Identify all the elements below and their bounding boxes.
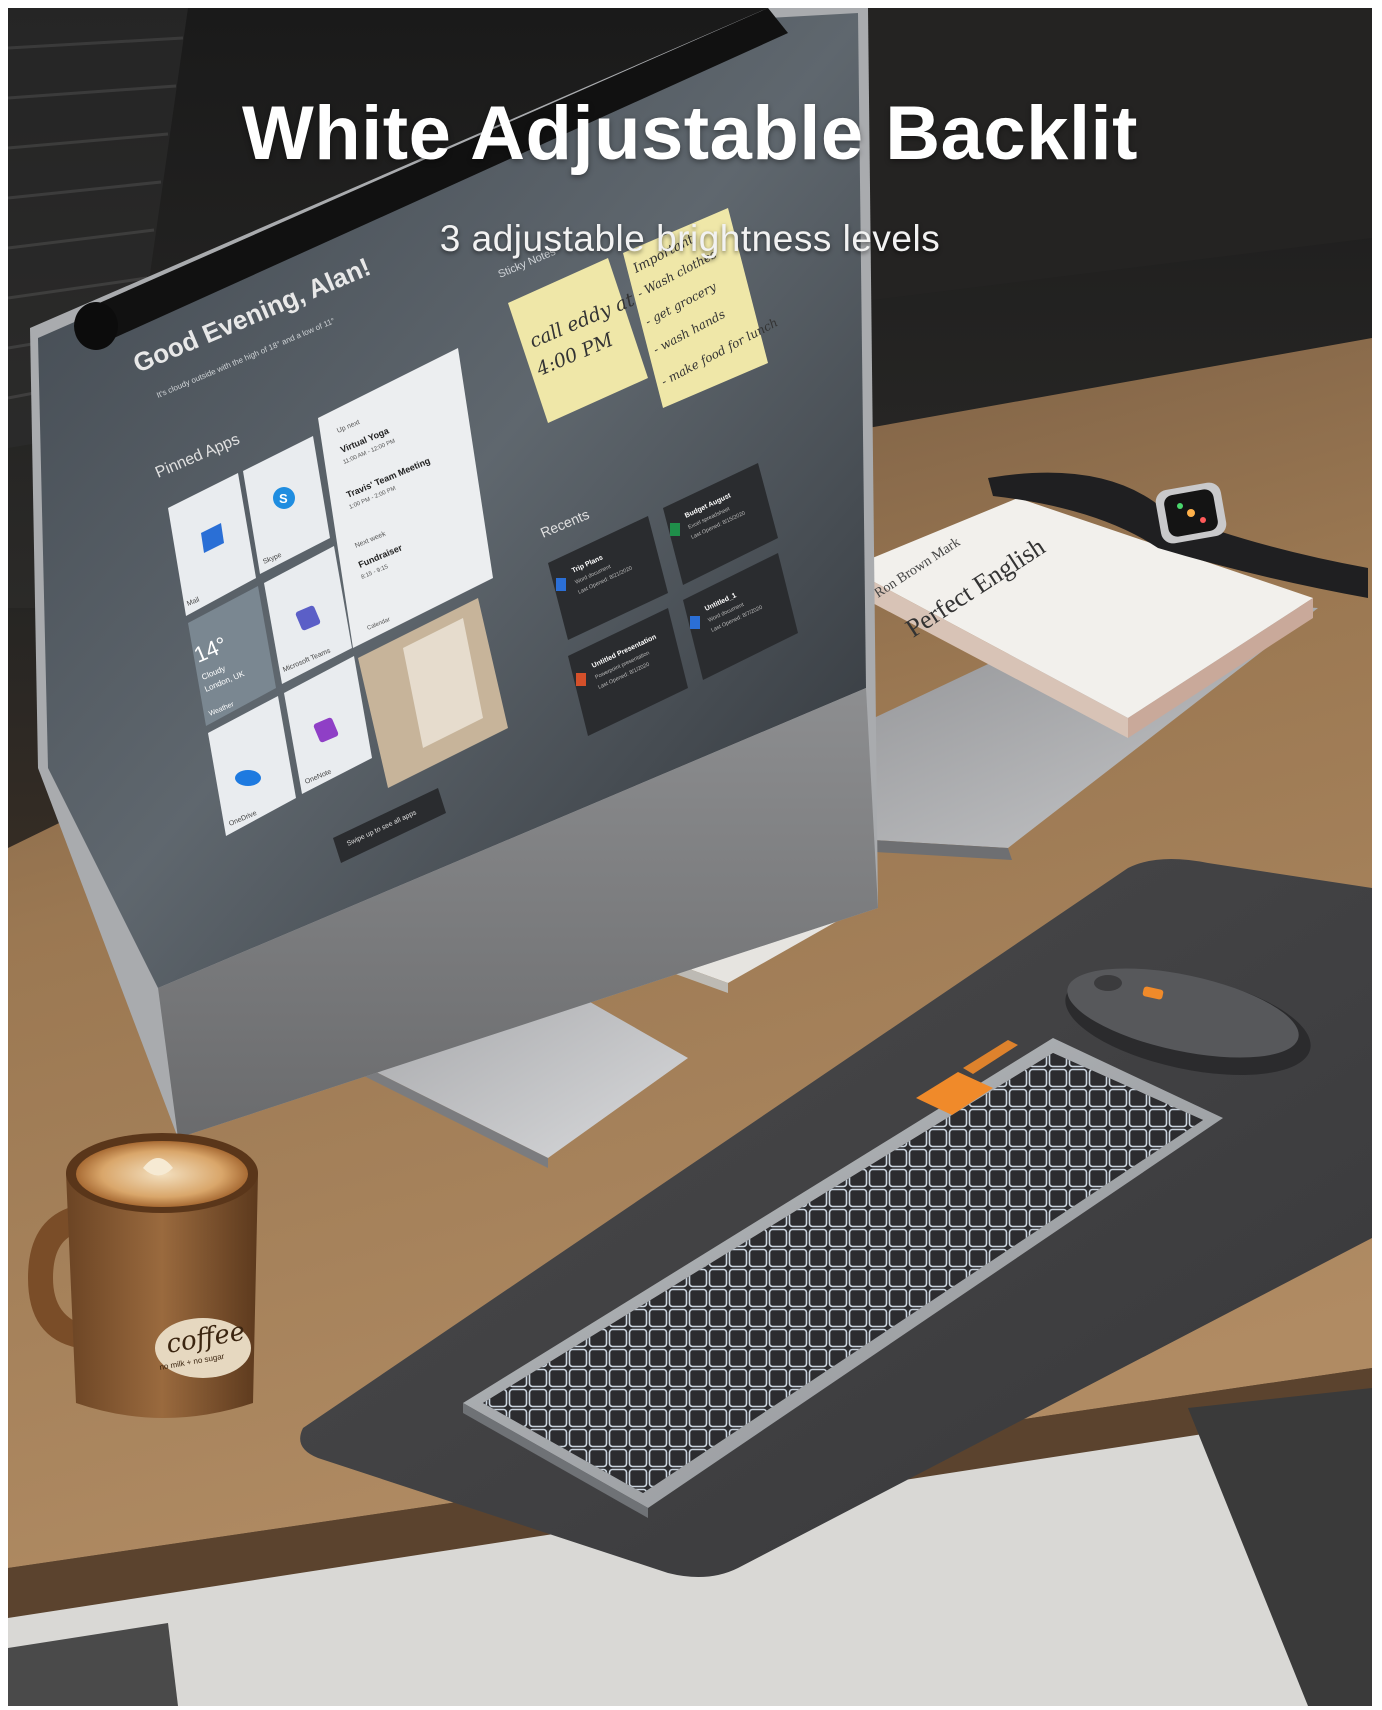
skype-icon: S <box>273 487 295 509</box>
excel-icon <box>670 523 680 536</box>
powerpoint-icon <box>576 673 586 686</box>
headline: White Adjustable Backlit <box>242 91 1138 176</box>
subheadline: 3 adjustable brightness levels <box>439 218 941 259</box>
svg-text:S: S <box>279 491 288 506</box>
word-icon <box>690 616 700 629</box>
desk-scene: Ron Brown Mark Perfect English Good Even… <box>8 8 1372 1706</box>
word-icon <box>556 578 566 591</box>
onedrive-icon <box>235 770 261 786</box>
product-photo: Ron Brown Mark Perfect English Good Even… <box>8 8 1372 1706</box>
